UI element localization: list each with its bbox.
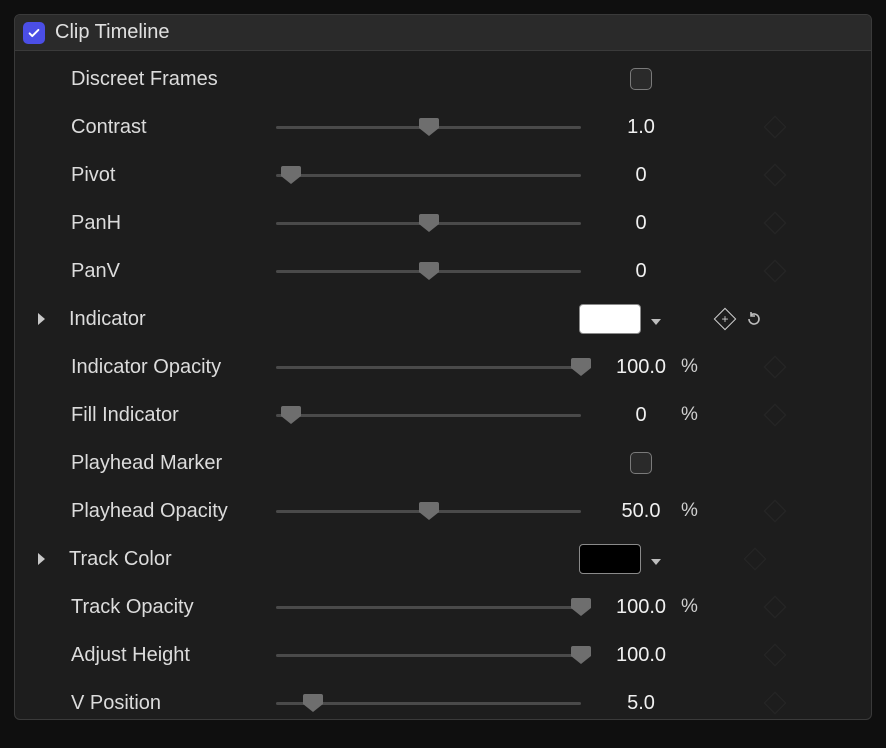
- keyframe-icon[interactable]: [764, 596, 787, 619]
- value-adjust-height[interactable]: 100.0: [581, 644, 701, 667]
- slider-v-position[interactable]: [276, 702, 581, 705]
- slider-thumb-pivot[interactable]: [280, 164, 302, 186]
- label-panh: PanH: [71, 212, 276, 235]
- disclosure-indicator[interactable]: [35, 312, 53, 326]
- keyframe-icon[interactable]: [764, 404, 787, 427]
- label-track-opacity: Track Opacity: [71, 596, 276, 619]
- unit-percent: %: [681, 500, 698, 522]
- slider-fill-indicator[interactable]: [276, 414, 581, 417]
- label-playhead-marker: Playhead Marker: [71, 452, 276, 475]
- keyframe-icon[interactable]: [764, 692, 787, 715]
- row-playhead-opacity: Playhead Opacity 50.0 %: [15, 487, 871, 535]
- slider-thumb-playhead-opacity[interactable]: [418, 500, 440, 522]
- label-adjust-height: Adjust Height: [71, 644, 276, 667]
- label-playhead-opacity: Playhead Opacity: [71, 500, 276, 523]
- chevron-right-icon: [35, 312, 47, 326]
- value-contrast[interactable]: 1.0: [581, 116, 701, 139]
- chevron-down-icon: [649, 315, 663, 329]
- slider-panh[interactable]: [276, 222, 581, 225]
- label-track-color: Track Color: [69, 548, 256, 571]
- clip-timeline-panel: Clip Timeline Discreet Frames Contrast: [14, 14, 872, 720]
- slider-thumb-icon: [302, 692, 324, 714]
- value-playhead-opacity[interactable]: 50.0: [622, 500, 661, 522]
- checkbox-playhead-marker[interactable]: [630, 452, 652, 474]
- label-indicator: Indicator: [69, 308, 256, 331]
- checkbox-discreet-frames[interactable]: [630, 68, 652, 90]
- row-indicator: Indicator +: [15, 295, 871, 343]
- slider-thumb-icon: [280, 404, 302, 426]
- slider-thumb-v-position[interactable]: [302, 692, 324, 714]
- value-indicator-opacity[interactable]: 100.0: [616, 356, 666, 378]
- row-adjust-height: Adjust Height 100.0: [15, 631, 871, 679]
- label-contrast: Contrast: [71, 116, 276, 139]
- row-track-color: Track Color: [15, 535, 871, 583]
- keyframe-icon[interactable]: [764, 212, 787, 235]
- slider-thumb-icon: [418, 212, 440, 234]
- color-swatch-track[interactable]: [579, 544, 641, 574]
- slider-playhead-opacity[interactable]: [276, 510, 581, 513]
- color-dropdown-track[interactable]: [649, 552, 663, 566]
- reset-button[interactable]: [745, 310, 763, 328]
- keyframe-icon[interactable]: [764, 500, 787, 523]
- value-panv[interactable]: 0: [581, 260, 701, 283]
- row-playhead-marker: Playhead Marker: [15, 439, 871, 487]
- label-discreet-frames: Discreet Frames: [71, 68, 276, 91]
- checkmark-icon: [27, 26, 41, 40]
- color-dropdown-indicator[interactable]: [649, 312, 663, 326]
- slider-thumb-panv[interactable]: [418, 260, 440, 282]
- value-pivot[interactable]: 0: [581, 164, 701, 187]
- slider-thumb-panh[interactable]: [418, 212, 440, 234]
- slider-track-opacity[interactable]: [276, 606, 581, 609]
- label-fill-indicator: Fill Indicator: [71, 404, 276, 427]
- row-panh: PanH 0: [15, 199, 871, 247]
- row-contrast: Contrast 1.0: [15, 103, 871, 151]
- row-indicator-opacity: Indicator Opacity 100.0 %: [15, 343, 871, 391]
- row-v-position: V Position 5.0: [15, 679, 871, 720]
- label-v-position: V Position: [71, 692, 276, 715]
- chevron-right-icon: [35, 552, 47, 566]
- color-swatch-indicator[interactable]: [579, 304, 641, 334]
- keyframe-icon[interactable]: [764, 116, 787, 139]
- slider-thumb-contrast[interactable]: [418, 116, 440, 138]
- row-fill-indicator: Fill Indicator 0 %: [15, 391, 871, 439]
- slider-thumb-icon: [418, 260, 440, 282]
- slider-thumb-icon: [418, 116, 440, 138]
- slider-thumb-icon: [418, 500, 440, 522]
- label-panv: PanV: [71, 260, 276, 283]
- value-panh[interactable]: 0: [581, 212, 701, 235]
- reset-icon: [745, 310, 763, 328]
- row-discreet-frames: Discreet Frames: [15, 55, 871, 103]
- label-pivot: Pivot: [71, 164, 276, 187]
- row-pivot: Pivot 0: [15, 151, 871, 199]
- keyframe-icon[interactable]: [764, 260, 787, 283]
- row-panv: PanV 0: [15, 247, 871, 295]
- value-track-opacity[interactable]: 100.0: [616, 596, 666, 618]
- label-indicator-opacity: Indicator Opacity: [71, 356, 276, 379]
- chevron-down-icon: [649, 555, 663, 569]
- slider-adjust-height[interactable]: [276, 654, 581, 657]
- row-track-opacity: Track Opacity 100.0 %: [15, 583, 871, 631]
- unit-percent: %: [681, 596, 698, 618]
- slider-contrast[interactable]: [276, 126, 581, 129]
- keyframe-icon[interactable]: [744, 548, 767, 571]
- unit-percent: %: [681, 356, 698, 378]
- slider-indicator-opacity[interactable]: [276, 366, 581, 369]
- value-v-position[interactable]: 5.0: [581, 692, 701, 715]
- disclosure-track-color[interactable]: [35, 552, 53, 566]
- panel-header: Clip Timeline: [15, 15, 871, 51]
- keyframe-icon[interactable]: [764, 164, 787, 187]
- slider-pivot[interactable]: [276, 174, 581, 177]
- keyframe-icon[interactable]: [764, 644, 787, 667]
- add-keyframe-button[interactable]: +: [715, 309, 735, 329]
- slider-thumb-icon: [280, 164, 302, 186]
- keyframe-icon[interactable]: [764, 356, 787, 379]
- slider-panv[interactable]: [276, 270, 581, 273]
- parameter-rows: Discreet Frames Contrast 1.0: [15, 51, 871, 720]
- panel-title: Clip Timeline: [55, 21, 169, 44]
- unit-percent: %: [681, 404, 698, 426]
- panel-enable-checkbox[interactable]: [23, 22, 45, 44]
- slider-thumb-fill-indicator[interactable]: [280, 404, 302, 426]
- value-fill-indicator[interactable]: 0: [635, 404, 646, 426]
